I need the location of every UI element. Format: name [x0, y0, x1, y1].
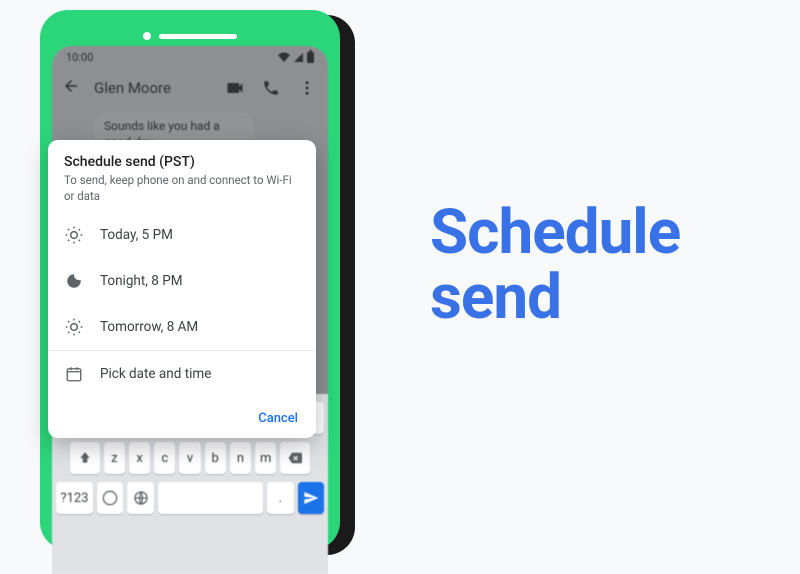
keyboard-numbers-key[interactable]: ?123 [56, 482, 93, 514]
keyboard-period-key[interactable]: . [267, 482, 293, 514]
cancel-button[interactable]: Cancel [258, 411, 298, 426]
keyboard-key[interactable]: m [255, 442, 276, 474]
schedule-send-dialog: Schedule send (PST) To send, keep phone … [48, 140, 316, 438]
schedule-option-label: Pick date and time [100, 366, 211, 382]
keyboard-key[interactable]: z [104, 442, 125, 474]
feature-headline: Schedule send [430, 200, 680, 330]
keyboard-space-key[interactable] [158, 482, 264, 514]
schedule-option-pick-date[interactable]: Pick date and time [48, 351, 316, 397]
dialog-subtitle: To send, keep phone on and connect to Wi… [64, 173, 300, 204]
dialog-title: Schedule send (PST) [64, 154, 300, 170]
promo-canvas: 10:00 Glen Moore [0, 0, 800, 560]
keyboard-send-key[interactable] [298, 482, 324, 514]
schedule-option-label: Today, 5 PM [100, 227, 173, 243]
schedule-option-today[interactable]: Today, 5 PM [48, 212, 316, 258]
schedule-option-label: Tomorrow, 8 AM [100, 319, 198, 335]
keyboard-globe-key[interactable] [127, 482, 153, 514]
keyboard-backspace-key[interactable] [280, 442, 310, 474]
keyboard-key[interactable]: x [129, 442, 150, 474]
sun-icon [64, 225, 84, 245]
headline-line-1: Schedule [430, 200, 680, 265]
schedule-option-tonight[interactable]: Tonight, 8 PM [48, 258, 316, 304]
keyboard-key[interactable]: n [230, 442, 251, 474]
keyboard-emoji-key[interactable] [97, 482, 123, 514]
sun-outline-icon [64, 317, 84, 337]
moon-icon [64, 271, 84, 291]
keyboard-key[interactable]: v [179, 442, 200, 474]
keyboard-shift-key[interactable] [70, 442, 100, 474]
schedule-option-label: Tonight, 8 PM [100, 273, 183, 289]
headline-line-2: send [430, 265, 680, 330]
keyboard-key[interactable]: c [154, 442, 175, 474]
phone-notch [143, 32, 237, 40]
keyboard-key[interactable]: b [205, 442, 226, 474]
schedule-option-tomorrow[interactable]: Tomorrow, 8 AM [48, 304, 316, 350]
calendar-icon [64, 364, 84, 384]
